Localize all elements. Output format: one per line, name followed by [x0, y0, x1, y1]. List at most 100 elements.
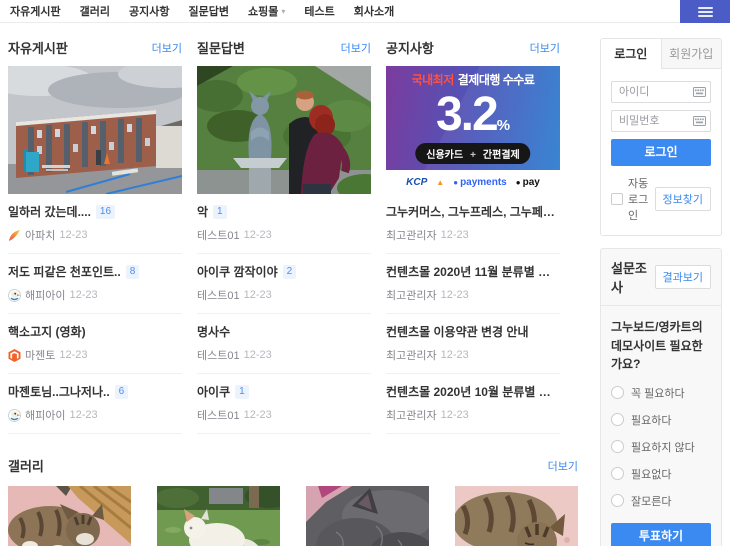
poll-option[interactable]: 잘모른다 — [611, 493, 711, 509]
gallery-section: 갤러리 더보기 — [8, 456, 578, 546]
nav-item-notice[interactable]: 공지사항 — [129, 3, 169, 19]
radio-icon[interactable] — [611, 413, 624, 426]
post-date: 12-23 — [59, 349, 87, 361]
post-author[interactable]: 테스트01 — [197, 287, 240, 303]
virtual-keyboard-icon[interactable] — [693, 116, 706, 126]
post-date: 12-23 — [441, 229, 469, 241]
pay-logo: ●pay — [516, 177, 540, 188]
tab-login[interactable]: 로그인 — [601, 39, 662, 69]
post-author[interactable]: 아파치 — [25, 227, 55, 243]
post-author[interactable]: 최고관리자 — [386, 287, 437, 303]
board-free-thumbnail[interactable] — [8, 66, 182, 194]
board-notice-more-link[interactable]: 더보기 — [530, 40, 560, 56]
virtual-keyboard-icon[interactable] — [693, 87, 706, 97]
post-link[interactable]: 컨텐츠몰 2020년 11월 분류별 판매현황 — [386, 263, 560, 280]
post-author[interactable]: 해피아이 — [25, 407, 65, 423]
poll-option[interactable]: 필요하지 않다 — [611, 439, 711, 455]
dot-icon: ● — [453, 178, 458, 187]
post-date: 12-23 — [244, 349, 272, 361]
post-author[interactable]: 최고관리자 — [386, 227, 437, 243]
poll-box: 설문조사 결과보기 그누보드/영카트의 데모사이트 필요한가요? 꼭 필요하다 … — [600, 248, 722, 546]
post-link[interactable]: 명사수 — [197, 323, 371, 340]
login-button[interactable]: 로그인 — [611, 139, 711, 166]
post-link[interactable]: 일하러 갔는데.... 16 — [8, 203, 182, 220]
post-author[interactable]: 해피아이 — [25, 287, 65, 303]
spark-logo-icon: ▲ — [436, 178, 444, 187]
tabby-cat-sleeping-pink-blanket — [8, 486, 131, 546]
nav-item-gallery[interactable]: 갤러리 — [80, 3, 110, 19]
poll-option[interactable]: 꼭 필요하다 — [611, 385, 711, 401]
vote-button[interactable]: 투표하기 — [611, 523, 711, 546]
menu-button[interactable] — [680, 0, 730, 23]
poll-option[interactable]: 필요없다 — [611, 466, 711, 482]
post-row: 컨텐츠몰 이용약관 변경 안내 최고관리자 12-23 — [386, 314, 560, 374]
nav-item-test[interactable]: 테스트 — [304, 3, 334, 19]
nav-item-qna[interactable]: 질문답변 — [188, 3, 228, 19]
gallery-item: 안녕! 하는 예절냥 3 묵공 12-23 — [157, 486, 280, 546]
post-row: 핵소고지 (영화) 마젠토 12-23 — [8, 314, 182, 374]
post-link[interactable]: 핵소고지 (영화) — [8, 323, 182, 340]
comment-count-badge: 1 — [213, 205, 227, 219]
gallery-thumbnail[interactable] — [455, 486, 578, 546]
post-link[interactable]: 아이쿠 깜작이야 2 — [197, 263, 371, 280]
find-info-button[interactable]: 정보찾기 — [655, 187, 711, 211]
apache-feather-icon — [8, 229, 21, 242]
radio-icon[interactable] — [611, 386, 624, 399]
post-date: 12-23 — [441, 289, 469, 301]
board-notice-title: 공지사항 — [386, 38, 434, 57]
board-free-more-link[interactable]: 더보기 — [152, 40, 182, 56]
checkbox-icon[interactable] — [611, 193, 623, 205]
post-row: 일하러 갔는데.... 16 아파치 12-23 — [8, 194, 182, 254]
post-link[interactable]: 저도 피같은 천포인트.. 8 — [8, 263, 182, 280]
poll-question: 그누보드/영카트의 데모사이트 필요한가요? — [611, 318, 711, 374]
post-row: 컨텐츠몰 2020년 11월 분류별 판매현황 최고관리자 12-23 — [386, 254, 560, 314]
gallery-item: 제 고양이 입니다 테스트01 12-23 — [306, 486, 429, 546]
post-link[interactable]: 컨텐츠몰 2020년 10월 분류별 판매현황 — [386, 383, 560, 400]
kcp-logo: KCP — [406, 177, 427, 188]
gallery-thumbnail[interactable] — [157, 486, 280, 546]
post-link[interactable]: 컨텐츠몰 이용약관 변경 안내 — [386, 323, 560, 340]
post-date: 12-23 — [244, 409, 272, 421]
radio-icon[interactable] — [611, 467, 624, 480]
post-author[interactable]: 테스트01 — [197, 347, 240, 363]
tab-join[interactable]: 회원가입 — [662, 39, 722, 69]
poll-option[interactable]: 필요하다 — [611, 412, 711, 428]
post-author[interactable]: 최고관리자 — [386, 407, 437, 423]
post-author[interactable]: 최고관리자 — [386, 347, 437, 363]
post-date: 12-23 — [244, 229, 272, 241]
post-link[interactable]: 마젠토님..그나저나.. 6 — [8, 383, 182, 400]
poll-results-button[interactable]: 결과보기 — [655, 265, 711, 289]
post-link[interactable]: 악 1 — [197, 203, 371, 220]
post-author[interactable]: 테스트01 — [197, 227, 240, 243]
gallery-thumbnail[interactable] — [306, 486, 429, 546]
post-author[interactable]: 마젠토 — [25, 347, 55, 363]
post-row: 그누커머스, 그누프레스, 그누페이 공식지원... 최고관리자 12-23 — [386, 194, 560, 254]
post-row: 저도 피같은 천포인트.. 8 해피아이 12-23 — [8, 254, 182, 314]
payment-ad-banner[interactable]: 국내최저결제대행 수수료 3.2% 신용카드+간편결제 KCP ▲ ●payme… — [386, 66, 560, 194]
payments-logo: ●payments — [453, 177, 507, 188]
comment-count-badge: 8 — [126, 265, 140, 279]
dot-icon: ● — [516, 178, 521, 187]
post-link[interactable]: 아이쿠 1 — [197, 383, 371, 400]
login-box: 로그인 회원가입 로그인 자동로그인 정 — [600, 38, 722, 236]
post-link[interactable]: 그누커머스, 그누프레스, 그누페이 공식지원... — [386, 203, 560, 220]
radio-icon[interactable] — [611, 440, 624, 453]
nav-item-shop[interactable]: 쇼핑몰▾ — [248, 3, 285, 19]
duck-avatar-icon — [8, 409, 21, 422]
comment-count-badge: 6 — [115, 385, 129, 399]
tabby-cat-curled-pink-blanket — [455, 486, 578, 546]
nav-item-free-board[interactable]: 자유게시판 — [10, 3, 61, 19]
gallery-more-link[interactable]: 더보기 — [548, 458, 578, 474]
comment-count-badge: 16 — [96, 205, 115, 219]
post-row: 명사수 테스트01 12-23 — [197, 314, 371, 374]
gallery-thumbnail[interactable] — [8, 486, 131, 546]
board-free-title: 자유게시판 — [8, 38, 68, 57]
nav-item-company[interactable]: 회사소개 — [354, 3, 394, 19]
banner-rate: 3.2% — [386, 91, 560, 139]
comment-count-badge: 1 — [235, 385, 249, 399]
board-qna-thumbnail[interactable] — [197, 66, 371, 194]
radio-icon[interactable] — [611, 494, 624, 507]
auto-login-checkbox[interactable]: 자동로그인 — [611, 175, 655, 223]
post-author[interactable]: 테스트01 — [197, 407, 240, 423]
board-qna-more-link[interactable]: 더보기 — [341, 40, 371, 56]
